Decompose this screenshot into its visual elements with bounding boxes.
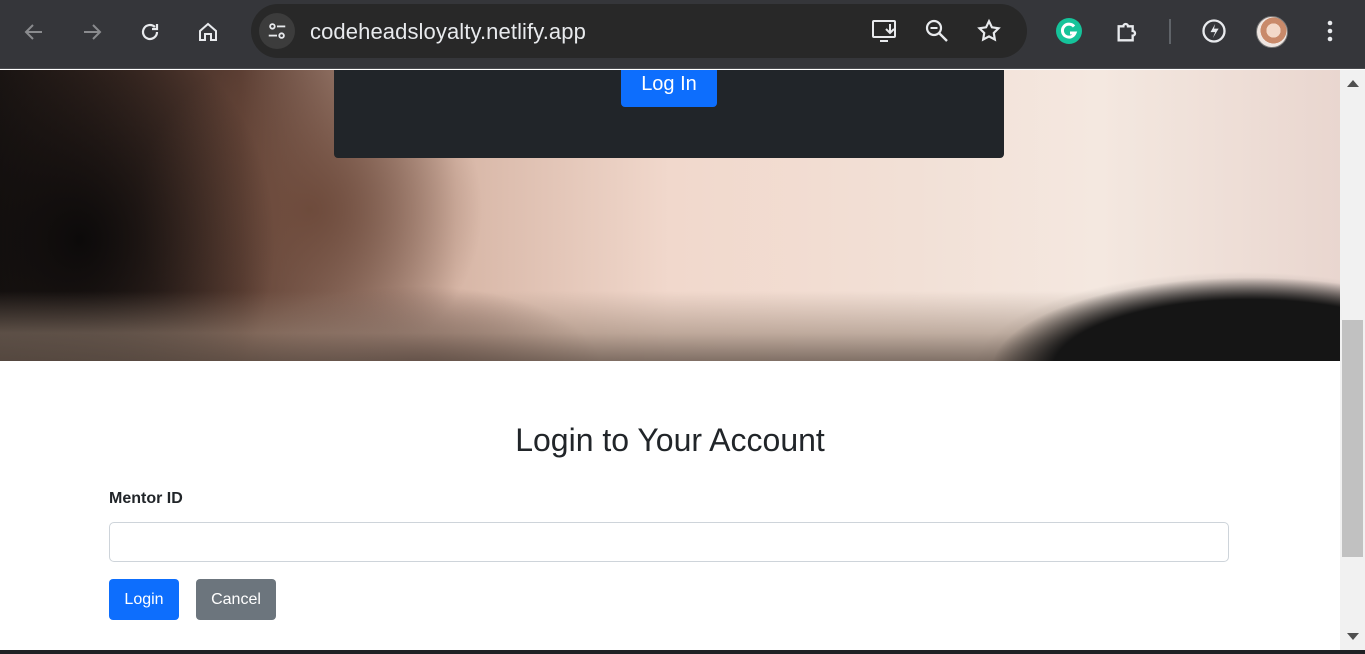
url-text[interactable]: codeheadsloyalty.netlify.app	[310, 19, 586, 45]
forward-button[interactable]	[74, 14, 110, 50]
page-content: Log In Login to Your Account Mentor ID L…	[0, 70, 1340, 650]
window-bottom-edge	[0, 650, 1365, 654]
address-bar[interactable]: codeheadsloyalty.netlify.app	[251, 4, 1027, 58]
bookmark-button[interactable]	[975, 17, 1003, 45]
home-button[interactable]	[190, 14, 226, 50]
zoom-out-icon	[925, 19, 948, 42]
install-app-button[interactable]	[871, 17, 899, 45]
tune-icon	[268, 23, 286, 39]
site-info-button[interactable]	[259, 13, 295, 49]
mentor-id-label: Mentor ID	[109, 490, 183, 507]
extensions-button[interactable]	[1112, 15, 1144, 47]
grammarly-icon	[1056, 18, 1082, 44]
zoom-button[interactable]	[923, 17, 951, 45]
home-icon	[199, 22, 217, 41]
hero-login-button[interactable]: Log In	[621, 70, 717, 107]
install-app-icon	[872, 20, 896, 42]
browser-toolbar: codeheadsloyalty.netlify.app	[0, 0, 1365, 69]
reload-button[interactable]	[132, 14, 168, 50]
arrow-left-icon	[24, 24, 42, 40]
toolbar-separator	[1169, 19, 1171, 44]
scroll-thumb[interactable]	[1342, 320, 1363, 557]
page-scrollbar[interactable]	[1340, 70, 1365, 650]
star-icon	[977, 18, 1001, 42]
back-button[interactable]	[16, 14, 52, 50]
scroll-down-arrow[interactable]	[1347, 633, 1359, 640]
more-vertical-icon	[1327, 20, 1333, 42]
scroll-up-arrow[interactable]	[1347, 80, 1359, 87]
leaf-icon	[1202, 19, 1226, 43]
hero-shade-right	[920, 231, 1340, 361]
reload-icon	[141, 23, 159, 41]
hero-login-card: Log In	[334, 70, 1004, 158]
profile-avatar[interactable]	[1256, 16, 1288, 48]
login-button[interactable]: Login	[109, 579, 179, 620]
menu-button[interactable]	[1314, 15, 1346, 47]
puzzle-icon	[1117, 22, 1137, 42]
cancel-button[interactable]: Cancel	[196, 579, 276, 620]
hero-image: Log In	[0, 70, 1340, 361]
form-title: Login to Your Account	[515, 422, 825, 458]
grammarly-extension-button[interactable]	[1053, 15, 1085, 47]
performance-button[interactable]	[1198, 15, 1230, 47]
mentor-id-input[interactable]	[109, 522, 1229, 562]
arrow-right-icon	[84, 24, 102, 40]
